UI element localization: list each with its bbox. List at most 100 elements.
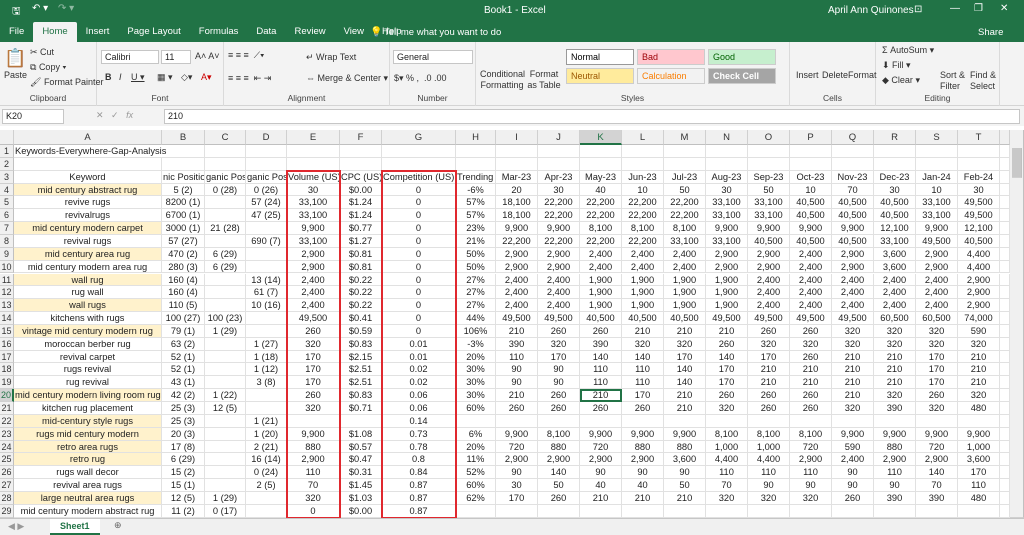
- redo-icon[interactable]: ↷ ▾: [58, 3, 74, 14]
- cell-r21[interactable]: 390: [874, 402, 916, 415]
- cell-n23[interactable]: 8,100: [706, 427, 748, 441]
- cell-g23[interactable]: 0.73: [382, 427, 456, 441]
- cell-n25[interactable]: 4,400: [706, 453, 748, 467]
- cell-m18[interactable]: 140: [664, 363, 706, 377]
- cell-s8[interactable]: 49,500: [916, 234, 958, 248]
- close-icon[interactable]: ✕: [1000, 3, 1008, 14]
- cell-g12[interactable]: 0: [382, 286, 456, 300]
- row-header-7[interactable]: 7: [0, 222, 14, 235]
- cell-t25[interactable]: 3,600: [958, 453, 1000, 467]
- cell-a16[interactable]: moroccan berber rug: [14, 337, 162, 351]
- cell-l4[interactable]: 10: [622, 183, 664, 197]
- cell-f12[interactable]: $0.22: [340, 286, 382, 300]
- cell-e8[interactable]: 33,100: [287, 234, 340, 248]
- cell-e16[interactable]: 320: [287, 337, 340, 351]
- add-sheet-icon[interactable]: ⊕: [114, 520, 122, 531]
- cell-f14[interactable]: $0.41: [340, 312, 382, 325]
- cell-m29[interactable]: [664, 504, 706, 518]
- cell-g2[interactable]: [382, 157, 456, 171]
- cell-s18[interactable]: 170: [916, 363, 958, 377]
- paste-button[interactable]: Paste: [4, 70, 27, 80]
- cell-p27[interactable]: 90: [790, 479, 832, 492]
- cell-t10[interactable]: 4,400: [958, 260, 1000, 274]
- cell-k16[interactable]: 390: [580, 337, 622, 351]
- cell-n26[interactable]: 110: [706, 466, 748, 480]
- cell-r16[interactable]: 320: [874, 337, 916, 351]
- underline-button[interactable]: U ▾: [131, 72, 145, 83]
- cell-k12[interactable]: 1,900: [580, 286, 622, 300]
- cell-o29[interactable]: [748, 504, 790, 518]
- cell-b12[interactable]: 160 (4): [162, 286, 205, 300]
- cell-c22[interactable]: [205, 414, 246, 428]
- row-header-14[interactable]: 14: [0, 312, 14, 325]
- cell-e28[interactable]: 320: [287, 491, 340, 505]
- row-header-2[interactable]: 2: [0, 157, 14, 171]
- merge-center-button[interactable]: ⇔ Merge & Center ▾: [306, 73, 388, 84]
- cell-p20[interactable]: 260: [790, 389, 832, 402]
- cell-s29[interactable]: [916, 504, 958, 518]
- sheet-nav-icons[interactable]: ◀ ▶: [8, 521, 24, 532]
- cell-c12[interactable]: [205, 286, 246, 300]
- row-header-17[interactable]: 17: [0, 350, 14, 364]
- cell-s16[interactable]: 320: [916, 337, 958, 351]
- column-header-r[interactable]: R: [874, 130, 916, 145]
- cell-p10[interactable]: 2,400: [790, 260, 832, 274]
- cell-e4[interactable]: 30: [287, 183, 340, 197]
- cell-i5[interactable]: 18,100: [496, 196, 538, 210]
- tab-insert[interactable]: Insert: [77, 22, 119, 42]
- cell-o4[interactable]: 50: [748, 183, 790, 197]
- cell-l25[interactable]: 2,900: [622, 453, 664, 467]
- cell-extra-11[interactable]: [1000, 273, 1010, 287]
- cell-a1[interactable]: Keywords-Everywhere-Gap-Analysis: [14, 145, 166, 158]
- cell-r14[interactable]: 60,500: [874, 312, 916, 325]
- cell-k27[interactable]: 40: [580, 479, 622, 492]
- cell-s28[interactable]: 390: [916, 491, 958, 505]
- cell-q4[interactable]: 70: [832, 183, 874, 197]
- cell-i11[interactable]: 2,400: [496, 273, 538, 287]
- cell-o12[interactable]: 2,400: [748, 286, 790, 300]
- cell-n22[interactable]: [706, 414, 748, 428]
- cell-l28[interactable]: 210: [622, 491, 664, 505]
- cell-o13[interactable]: 2,400: [748, 299, 790, 313]
- cell-p2[interactable]: [790, 157, 832, 171]
- cell-m13[interactable]: 1,900: [664, 299, 706, 313]
- cell-k10[interactable]: 2,400: [580, 260, 622, 274]
- cell-m7[interactable]: 8,100: [664, 222, 706, 235]
- cell-l1[interactable]: [622, 145, 664, 158]
- cell-r4[interactable]: 30: [874, 183, 916, 197]
- cell-d12[interactable]: 61 (7): [246, 286, 287, 300]
- cell-f20[interactable]: $0.83: [340, 389, 382, 402]
- cell-i12[interactable]: 2,400: [496, 286, 538, 300]
- cell-b7[interactable]: 3000 (1): [162, 222, 205, 235]
- cell-d18[interactable]: 1 (12): [246, 363, 287, 377]
- column-header-extra[interactable]: [1000, 130, 1010, 145]
- cell-j18[interactable]: 90: [538, 363, 580, 377]
- cell-d17[interactable]: 1 (18): [246, 350, 287, 364]
- cell-i21[interactable]: 260: [496, 402, 538, 415]
- font-grow-icon[interactable]: A˄ A˅: [195, 51, 220, 61]
- cell-o2[interactable]: [748, 157, 790, 171]
- cell-e1[interactable]: [287, 145, 340, 158]
- cell-j24[interactable]: 880: [538, 440, 580, 454]
- cell-n14[interactable]: 49,500: [706, 312, 748, 325]
- cell-m28[interactable]: 210: [664, 491, 706, 505]
- cell-q17[interactable]: 210: [832, 350, 874, 364]
- cell-i27[interactable]: 30: [496, 479, 538, 492]
- cell-b9[interactable]: 470 (2): [162, 247, 205, 261]
- cell-i20[interactable]: 210: [496, 389, 538, 402]
- cell-g26[interactable]: 0.84: [382, 466, 456, 480]
- cell-o11[interactable]: 2,400: [748, 273, 790, 287]
- bold-button[interactable]: B: [105, 72, 112, 82]
- cell-s20[interactable]: 260: [916, 389, 958, 402]
- ribbon-display-icon[interactable]: ⊡: [914, 4, 922, 15]
- cell-extra-8[interactable]: [1000, 234, 1010, 248]
- cell-p9[interactable]: 2,400: [790, 247, 832, 261]
- cell-i17[interactable]: 110: [496, 350, 538, 364]
- cell-o16[interactable]: 320: [748, 337, 790, 351]
- cell-style-bad[interactable]: Bad: [637, 49, 705, 65]
- cell-b14[interactable]: 100 (27): [162, 312, 205, 325]
- cell-l11[interactable]: 1,900: [622, 273, 664, 287]
- cell-t29[interactable]: [958, 504, 1000, 518]
- cell-h15[interactable]: 106%: [456, 324, 496, 338]
- cell-b29[interactable]: 11 (2): [162, 504, 205, 518]
